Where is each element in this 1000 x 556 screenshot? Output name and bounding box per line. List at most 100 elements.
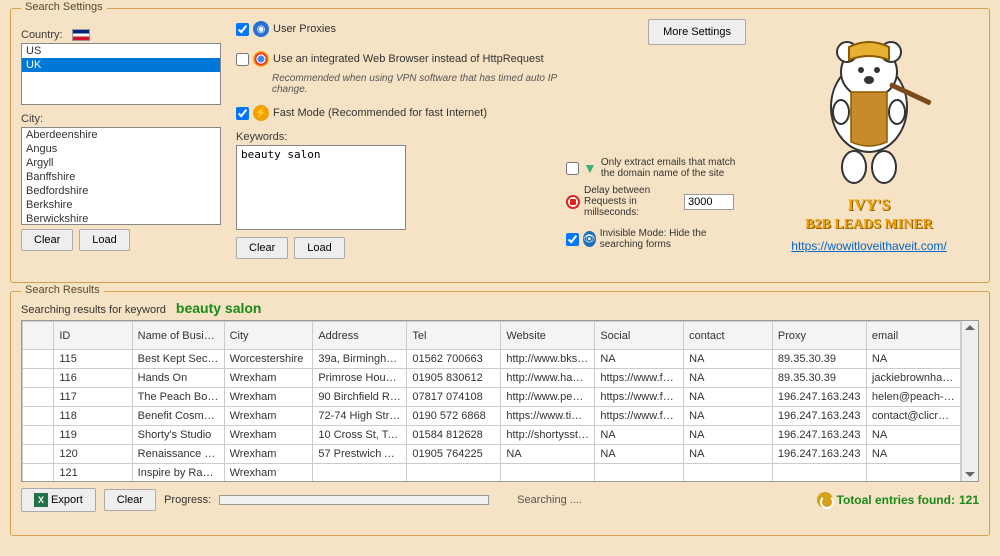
table-cell: 01905 764225 (407, 445, 501, 464)
table-row[interactable]: 115Best Kept SecretWorcestershire39a, Bi… (23, 350, 961, 369)
current-keyword: beauty salon (176, 300, 262, 316)
extract-emails-checkbox[interactable] (566, 162, 579, 175)
city-item[interactable]: Banffshire (22, 170, 220, 184)
export-button[interactable]: XExport (21, 488, 96, 512)
city-item[interactable]: Bedfordshire (22, 184, 220, 198)
country-item[interactable]: US (22, 44, 220, 58)
chrome-icon (253, 51, 269, 67)
table-cell (772, 464, 866, 482)
table-cell: NA (684, 407, 773, 426)
table-row[interactable]: 121Inspire by RachelWrexham (23, 464, 961, 482)
table-cell: https://www.fac... (595, 369, 684, 388)
grid-scrollbar[interactable] (961, 321, 978, 481)
table-row[interactable]: 116Hands OnWrexhamPrimrose House J...019… (23, 369, 961, 388)
table-cell: http://www.bksbl... (501, 350, 595, 369)
table-cell: Wrexham (224, 464, 313, 482)
city-item[interactable]: Berkshire (22, 198, 220, 212)
table-cell (23, 426, 54, 445)
table-cell: Inspire by Rachel (132, 464, 224, 482)
table-cell: NA (684, 388, 773, 407)
table-row[interactable]: 118Benefit CosmeticsWrexham72-74 High St… (23, 407, 961, 426)
invisible-mode-label: Invisible Mode: Hide the searching forms (600, 228, 736, 250)
search-settings-legend: Search Settings (21, 1, 107, 13)
keywords-load-button[interactable]: Load (294, 237, 344, 259)
excel-icon: X (34, 493, 48, 507)
city-item[interactable]: Berwickshire (22, 212, 220, 225)
results-clear-button[interactable]: Clear (104, 489, 156, 511)
funnel-icon: ▼ (583, 160, 597, 176)
city-clear-button[interactable]: Clear (21, 229, 73, 251)
table-cell: http://www.peac... (501, 388, 595, 407)
table-cell: 117 (54, 388, 132, 407)
user-proxies-label: User Proxies (273, 23, 336, 35)
grid-header[interactable]: Address (313, 322, 407, 350)
table-cell (23, 388, 54, 407)
table-cell: NA (866, 445, 960, 464)
table-cell (866, 464, 960, 482)
table-cell (23, 350, 54, 369)
table-cell: Wrexham (224, 388, 313, 407)
table-cell: 119 (54, 426, 132, 445)
table-cell: jackiebrownhand... (866, 369, 960, 388)
table-cell: helen@peach-bo... (866, 388, 960, 407)
table-cell: Hands On (132, 369, 224, 388)
country-item[interactable]: UK (22, 58, 220, 72)
results-grid[interactable]: IDName of BusinessCityAddressTelWebsiteS… (22, 321, 961, 481)
grid-header[interactable]: City (224, 322, 313, 350)
table-cell: NA (501, 445, 595, 464)
use-browser-checkbox[interactable] (236, 53, 249, 66)
table-cell (23, 407, 54, 426)
table-cell: 01562 700663 (407, 350, 501, 369)
keywords-clear-button[interactable]: Clear (236, 237, 288, 259)
grid-header[interactable]: Tel (407, 322, 501, 350)
table-row[interactable]: 117The Peach BoutiWrexham90 Birchfield R… (23, 388, 961, 407)
total-entries-label: Totoal entries found: (837, 493, 955, 507)
table-cell: Renaissance Hair (132, 445, 224, 464)
table-cell: Worcestershire (224, 350, 313, 369)
city-load-button[interactable]: Load (79, 229, 129, 251)
keywords-textarea[interactable]: beauty salon (236, 145, 406, 230)
table-cell: 116 (54, 369, 132, 388)
table-cell: 196.247.163.243 (772, 388, 866, 407)
grid-header[interactable]: Website (501, 322, 595, 350)
table-cell: NA (684, 369, 773, 388)
table-cell: NA (684, 445, 773, 464)
invisible-mode-checkbox[interactable] (566, 233, 579, 246)
city-listbox[interactable]: AberdeenshireAngusArgyllBanffshireBedfor… (21, 127, 221, 225)
city-item[interactable]: Aberdeenshire (22, 128, 220, 142)
more-settings-button[interactable]: More Settings (648, 19, 746, 45)
table-cell: NA (684, 350, 773, 369)
table-cell: 121 (54, 464, 132, 482)
grid-header[interactable] (23, 322, 54, 350)
table-cell: 72-74 High Street... (313, 407, 407, 426)
fast-mode-checkbox[interactable] (236, 107, 249, 120)
table-cell: Wrexham (224, 426, 313, 445)
use-browser-sublabel: Recommended when using VPN software that… (272, 73, 566, 95)
table-row[interactable]: 120Renaissance HairWrexham57 Prestwich A… (23, 445, 961, 464)
city-item[interactable]: Argyll (22, 156, 220, 170)
search-results-panel: Search Results Searching results for key… (10, 291, 990, 536)
table-cell: 196.247.163.243 (772, 445, 866, 464)
user-proxies-checkbox[interactable] (236, 23, 249, 36)
country-listbox[interactable]: USUK (21, 43, 221, 105)
grid-header[interactable]: contact (684, 322, 773, 350)
table-cell (23, 445, 54, 464)
grid-header[interactable]: ID (54, 322, 132, 350)
table-cell: 90 Birchfield Rd, ... (313, 388, 407, 407)
table-row[interactable]: 119Shorty's StudioWrexham10 Cross St, Te… (23, 426, 961, 445)
table-cell: NA (866, 350, 960, 369)
city-item[interactable]: Angus (22, 142, 220, 156)
grid-header[interactable]: Social (595, 322, 684, 350)
grid-header[interactable]: email (866, 322, 960, 350)
search-results-legend: Search Results (21, 284, 104, 296)
table-cell (595, 464, 684, 482)
grid-header[interactable]: Proxy (772, 322, 866, 350)
table-cell (23, 464, 54, 482)
bear-mascot-icon (799, 32, 939, 192)
grid-header[interactable]: Name of Business (132, 322, 224, 350)
table-cell: contact@clicrdv.... (866, 407, 960, 426)
delay-input[interactable] (684, 194, 734, 210)
mascot-link[interactable]: https://wowitloveithaveit.com/ (784, 239, 954, 253)
searching-results-label: Searching results for keyword (21, 304, 166, 316)
table-cell: 01584 812628 (407, 426, 501, 445)
